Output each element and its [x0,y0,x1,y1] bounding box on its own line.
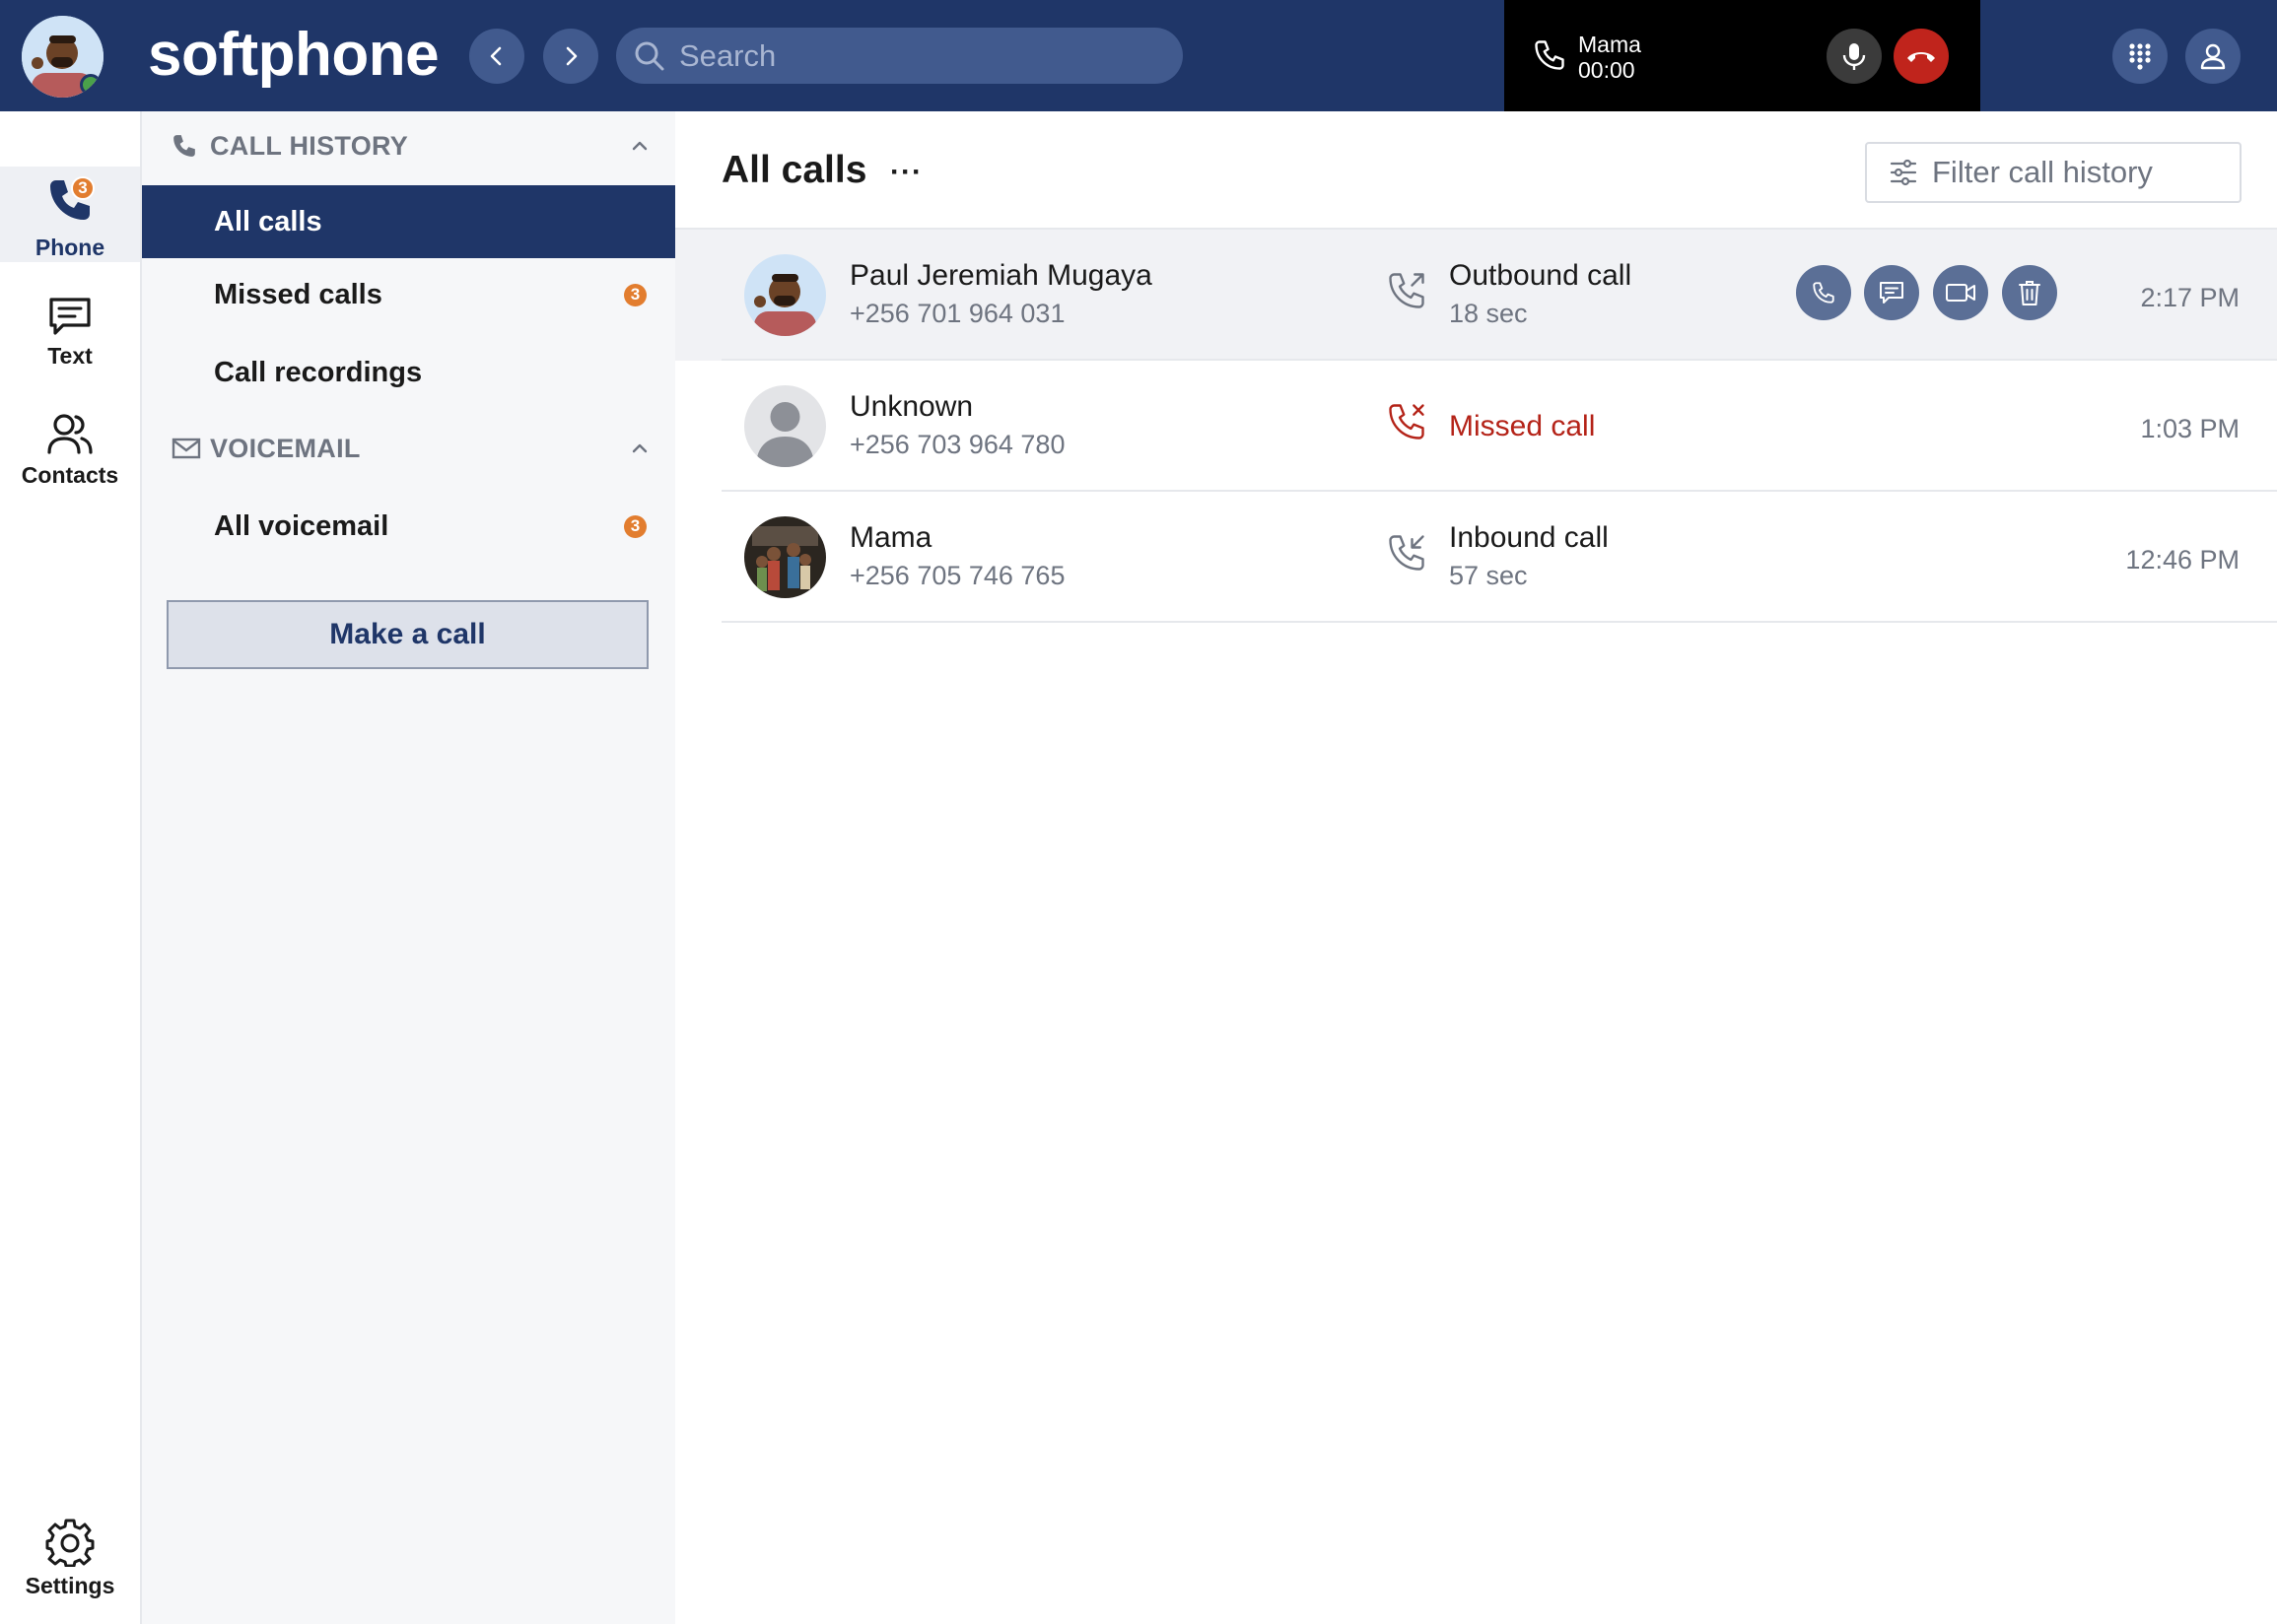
phone-icon [173,135,195,157]
avatar [744,385,826,467]
call-time: 1:03 PM [2140,414,2240,443]
inbound-call-icon [1389,535,1424,571]
search-placeholder: Search [679,37,777,73]
message-icon [1880,282,1903,304]
gear-icon [45,1519,95,1567]
rail-label-settings: Settings [25,1573,115,1598]
contact-number: +256 705 746 765 [850,561,1066,590]
active-call-panel: Mama 00:00 [1504,0,1980,111]
account-button[interactable] [2185,29,2241,84]
call-row[interactable]: Mama +256 705 746 765 Inbound call 57 se… [675,492,2277,623]
voicemail-section-header[interactable]: VOICEMAIL [142,424,675,473]
missed-call-icon [1389,404,1424,440]
video-camera-icon [1946,284,1975,302]
dialpad-button[interactable] [2112,29,2168,84]
call-row[interactable]: Unknown +256 703 964 780 Missed call 1:0… [675,361,2277,492]
sidebar-item-label: Call recordings [214,356,423,388]
sidebar-item-call-recordings[interactable]: Call recordings [142,336,675,409]
search-icon [635,41,664,70]
online-status-dot [80,74,102,96]
user-avatar[interactable] [22,16,104,98]
page-title: All calls [722,149,867,191]
hang-up-button[interactable] [1894,29,1949,84]
search-input[interactable]: Search [616,28,1183,84]
message-icon [49,298,91,335]
rail-label-phone: Phone [34,235,105,260]
row-divider [722,621,2277,623]
active-call-name: Mama [1578,32,1641,57]
call-row[interactable]: Paul Jeremiah Mugaya +256 701 964 031 Ou… [675,230,2277,361]
call-duration: 18 sec [1449,299,1528,328]
call-type: Missed call [1449,410,1596,442]
call-history-section-header[interactable]: CALL HISTORY [142,121,675,170]
avatar [744,516,826,598]
contact-photo [744,516,826,598]
delete-call-button[interactable] [2002,265,2057,320]
call-time: 2:17 PM [2140,283,2240,312]
call-type: Outbound call [1449,259,1632,292]
filter-sliders-icon [1890,159,1917,186]
microphone-icon [1842,43,1866,70]
chevron-up-icon[interactable] [631,442,649,454]
chevron-up-icon[interactable] [631,140,649,152]
call-time: 12:46 PM [2125,545,2240,575]
call-duration: 57 sec [1449,561,1528,590]
default-avatar-icon [744,385,826,467]
avatar [744,254,826,336]
phone-icon [1813,282,1834,304]
rail-item-phone[interactable]: 3 Phone [0,167,140,262]
more-options-button[interactable]: ··· [890,158,923,187]
contact-name: Paul Jeremiah Mugaya [850,259,1152,292]
sidebar-item-all-calls[interactable]: All calls [142,185,675,258]
contact-photo [744,254,826,336]
sidebar-item-all-voicemail[interactable]: All voicemail 3 [142,490,675,563]
dialpad-icon [2129,43,2151,70]
make-call-button[interactable]: Make a call [167,600,649,669]
user-icon [2200,43,2226,70]
rail-label-contacts: Contacts [21,462,119,488]
sidebar-item-label: All voicemail [214,509,389,542]
sidebar-item-label: All calls [214,205,322,237]
mute-button[interactable] [1827,29,1882,84]
call-history-title: CALL HISTORY [210,130,409,161]
chevron-right-icon [566,46,578,66]
phone-sidebar: CALL HISTORY All calls Missed calls 3 Ca… [142,111,675,1624]
send-message-button[interactable] [1864,265,1919,320]
back-button[interactable] [469,29,524,84]
contacts-icon [47,414,93,454]
forward-button[interactable] [543,29,598,84]
sidebar-item-missed-calls[interactable]: Missed calls 3 [142,258,675,331]
phone-icon [1535,40,1564,70]
chevron-left-icon [490,46,502,66]
rail-item-text[interactable]: Text [0,296,140,370]
hang-up-icon [1907,52,1935,62]
top-bar: softphone Search Mama 00:00 [0,0,2277,111]
contact-name: Unknown [850,390,974,423]
call-type: Inbound call [1449,521,1609,554]
rail-label-text: Text [47,343,93,369]
voicemail-title: VOICEMAIL [210,433,361,463]
voicemail-badge: 3 [624,514,647,538]
active-call-duration: 00:00 [1578,57,1635,83]
call-back-button[interactable] [1796,265,1851,320]
filter-call-history-input[interactable]: Filter call history [1865,142,2242,203]
video-call-button[interactable] [1933,265,1988,320]
contact-name: Mama [850,521,932,554]
contact-number: +256 703 964 780 [850,430,1066,459]
outbound-call-icon [1389,273,1424,308]
trash-icon [2019,281,2040,305]
rail-item-settings[interactable]: Settings [0,1518,140,1599]
phone-notification-badge: 3 [71,176,95,200]
main-panel: All calls ··· Filter call history Paul J [675,111,2277,1624]
missed-calls-badge: 3 [624,283,647,306]
nav-rail: 3 Phone Text Contacts Settings [0,111,142,1624]
filter-placeholder: Filter call history [1932,155,2153,189]
app-brand: softphone [148,21,440,89]
contact-number: +256 701 964 031 [850,299,1066,328]
rail-item-contacts[interactable]: Contacts [0,413,140,489]
mail-icon [172,438,201,459]
sidebar-item-label: Missed calls [214,278,382,310]
